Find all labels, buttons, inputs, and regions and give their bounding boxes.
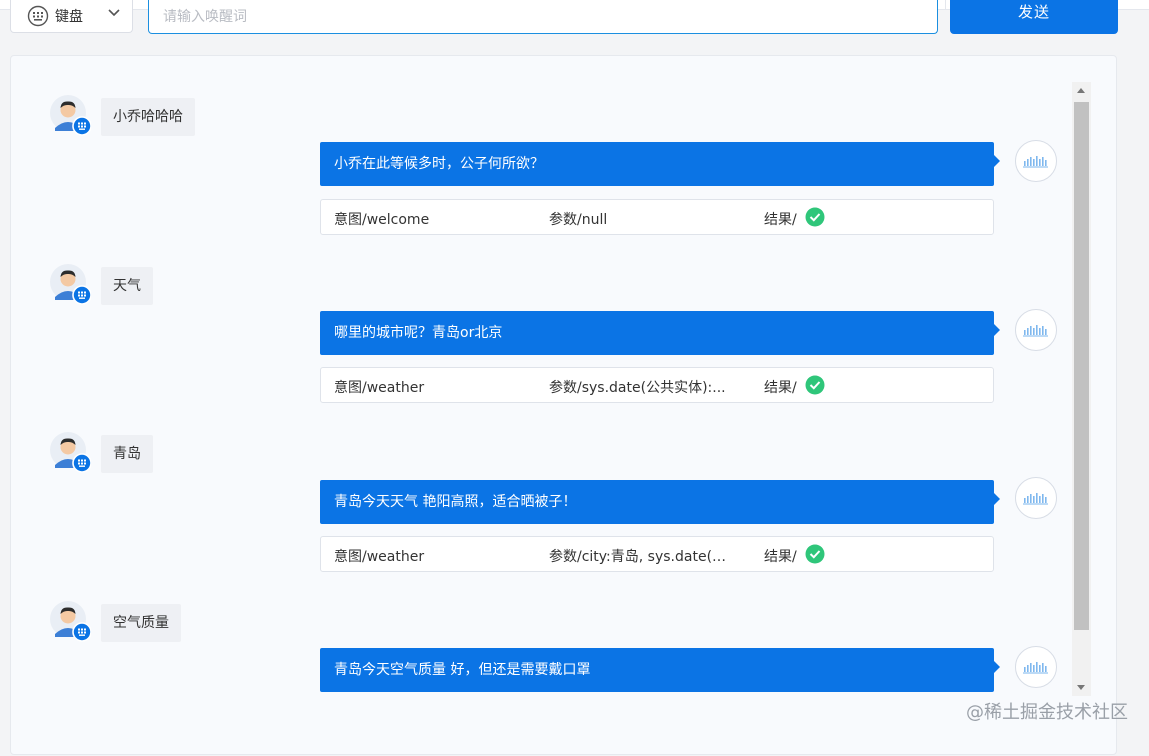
header-divider xyxy=(945,0,946,9)
voice-wave-icon xyxy=(1015,477,1057,519)
bubble-tail xyxy=(994,493,1000,505)
intent-label: 意图/weather xyxy=(334,549,425,565)
voice-wave-icon xyxy=(1015,140,1057,182)
result-label: 结果/ xyxy=(764,380,797,396)
scroll-up-arrow-icon[interactable] xyxy=(1077,88,1085,93)
send-button-label: 发送 xyxy=(1017,2,1050,21)
intent-label: 意图/weather xyxy=(334,380,425,396)
chat-scroll-area[interactable]: 小乔哈哈哈 小乔在此等候多时，公子何所欲？ 意图/welcome 参数/null… xyxy=(11,56,1091,756)
intent-result-row: 意图/weather 参数/city:青岛, sys.date(公... 结果/ xyxy=(320,536,994,572)
bot-message-text: 小乔在此等候多时，公子何所欲？ xyxy=(334,156,544,172)
user-message: 青岛 xyxy=(101,435,153,473)
user-message: 空气质量 xyxy=(101,604,181,642)
bot-message-text: 青岛今天空气质量 好，但还是需要戴口罩 xyxy=(334,662,591,678)
bot-message-text: 哪里的城市呢？青岛or北京 xyxy=(334,325,503,341)
bubble-tail xyxy=(994,155,1000,167)
user-message: 天气 xyxy=(101,267,153,305)
input-mode-label: 键盘 xyxy=(55,9,83,25)
send-button[interactable]: 发送 xyxy=(950,0,1118,34)
chat-panel: 小乔哈哈哈 小乔在此等候多时，公子何所欲？ 意图/welcome 参数/null… xyxy=(10,55,1117,755)
intent-label: 意图/welcome xyxy=(334,212,430,228)
user-message: 小乔哈哈哈 xyxy=(101,98,195,136)
wake-word-input[interactable] xyxy=(148,0,938,34)
bot-message-text: 青岛今天天气 艳阳高照，适合晒被子！ xyxy=(334,494,577,510)
scroll-down-arrow-icon[interactable] xyxy=(1077,685,1085,690)
bot-message: 哪里的城市呢？青岛or北京 xyxy=(320,311,1000,355)
scrollbar-thumb[interactable] xyxy=(1074,102,1089,630)
bubble-tail xyxy=(994,661,1000,673)
params-label: 参数/city:青岛, sys.date(公... xyxy=(549,549,735,565)
intent-result-row: 意图/weather 参数/sys.date(公共实体):... 结果/ xyxy=(320,367,994,403)
bubble-tail xyxy=(994,324,1000,336)
input-mode-select[interactable]: 键盘 xyxy=(10,0,133,33)
chevron-down-icon xyxy=(108,9,120,17)
voice-wave-icon xyxy=(1015,646,1057,688)
voice-wave-icon xyxy=(1015,309,1057,351)
watermark: @稀土掘金技术社区 xyxy=(966,702,1128,723)
check-circle-icon xyxy=(805,375,825,395)
chat-scrollbar[interactable] xyxy=(1072,82,1091,696)
check-circle-icon xyxy=(805,207,825,227)
check-circle-icon xyxy=(805,544,825,564)
user-avatar-icon xyxy=(50,432,91,473)
user-avatar-icon xyxy=(50,264,91,305)
bot-message: 青岛今天天气 艳阳高照，适合晒被子！ xyxy=(320,480,1000,524)
keyboard-icon xyxy=(27,5,49,27)
bot-message: 小乔在此等候多时，公子何所欲？ xyxy=(320,142,1000,186)
user-avatar-icon xyxy=(50,95,91,136)
intent-result-row: 意图/welcome 参数/null 结果/ xyxy=(320,199,994,235)
result-label: 结果/ xyxy=(764,212,797,228)
params-label: 参数/sys.date(公共实体):... xyxy=(549,380,726,396)
bot-message: 青岛今天空气质量 好，但还是需要戴口罩 xyxy=(320,648,1000,692)
result-label: 结果/ xyxy=(764,549,797,565)
user-avatar-icon xyxy=(50,601,91,642)
params-label: 参数/null xyxy=(549,212,608,228)
